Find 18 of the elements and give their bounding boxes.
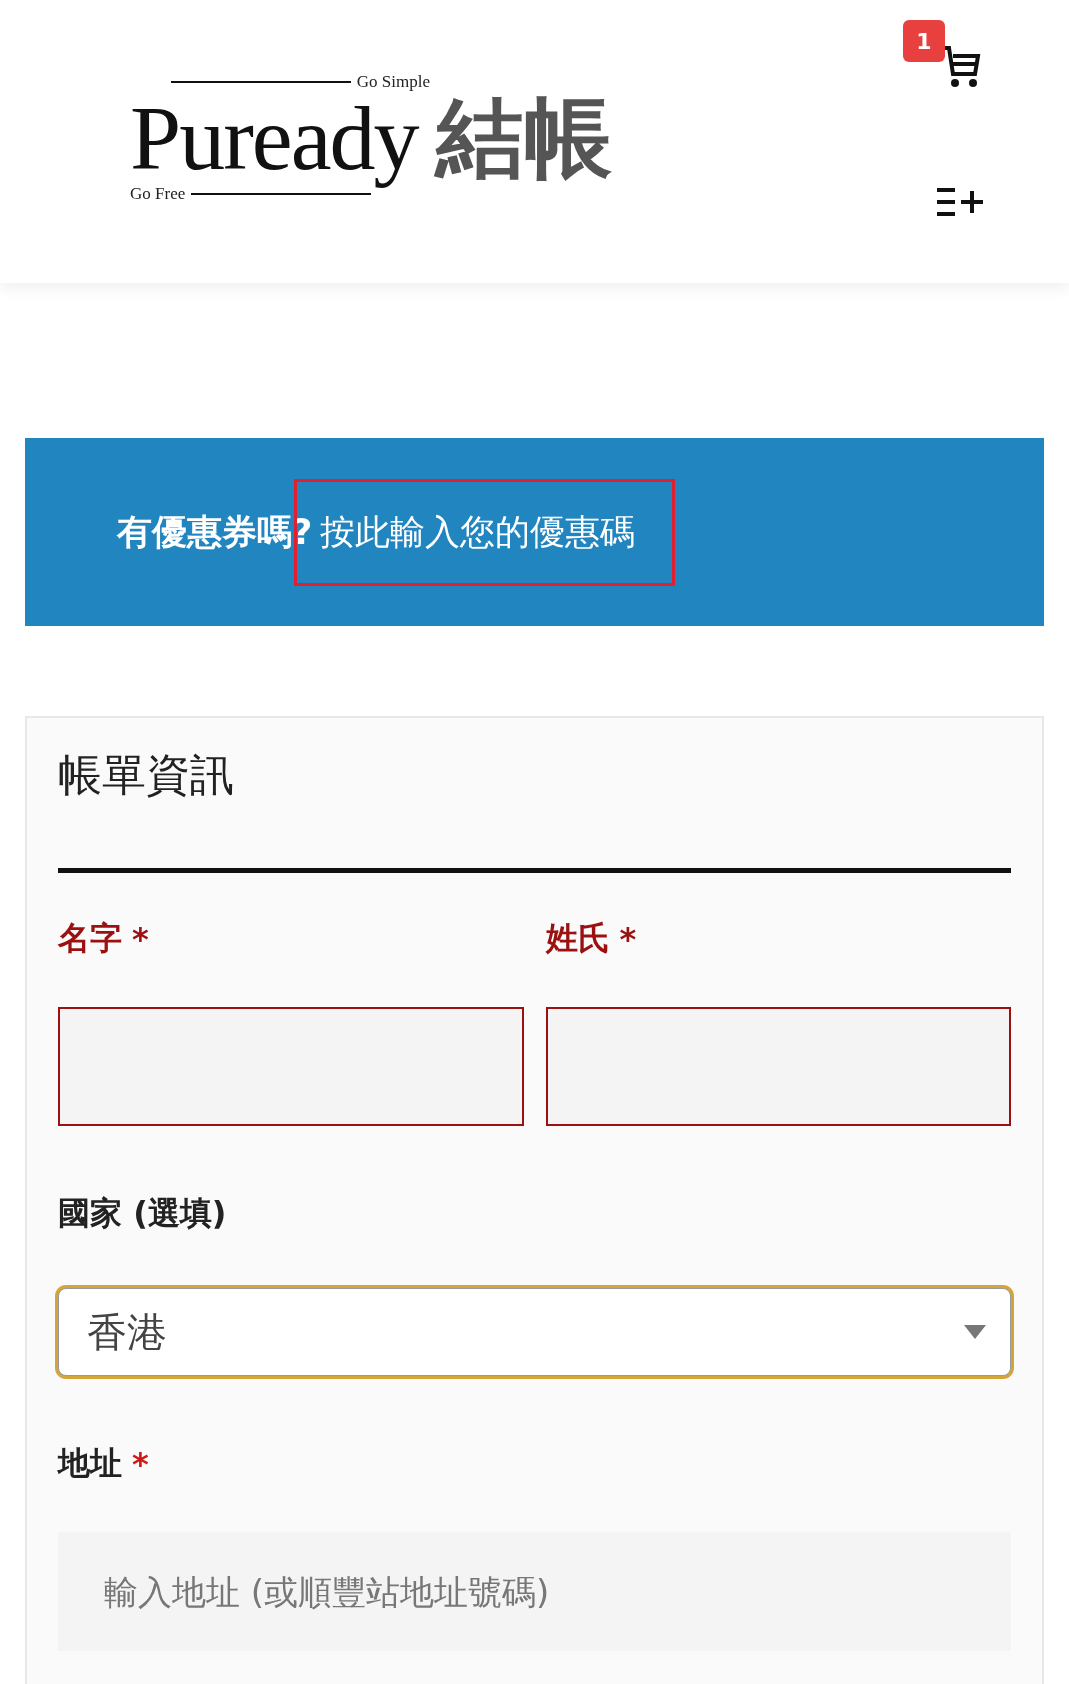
dropdown-arrow-icon [964, 1325, 986, 1339]
field-label: 名字 [58, 918, 122, 959]
menu-icon[interactable] [935, 187, 985, 217]
required-mark: * [619, 920, 637, 958]
text-field[interactable] [58, 1007, 524, 1126]
text-field[interactable] [545, 1007, 1011, 1126]
country-select[interactable]: 香港 [58, 1288, 1011, 1376]
coupon-link[interactable]: 按此輸入您的優惠碼 [320, 511, 636, 552]
required-mark: * [132, 1445, 149, 1483]
logo[interactable]: Go Simple Puready Go Free [130, 72, 430, 204]
required-mark: * [132, 920, 149, 958]
field-label: 國家 (選填) [58, 1193, 227, 1234]
field-label: 地址 [58, 1443, 122, 1484]
section-title: 帳單資訊 [58, 748, 235, 802]
text-field[interactable]: 輸入地址 (或順豐站地址號碼) [58, 1532, 1011, 1651]
field-label: 姓氏 [545, 918, 610, 959]
cart-count-badge: 1 [903, 20, 945, 62]
page-title: 結帳 [436, 94, 612, 182]
